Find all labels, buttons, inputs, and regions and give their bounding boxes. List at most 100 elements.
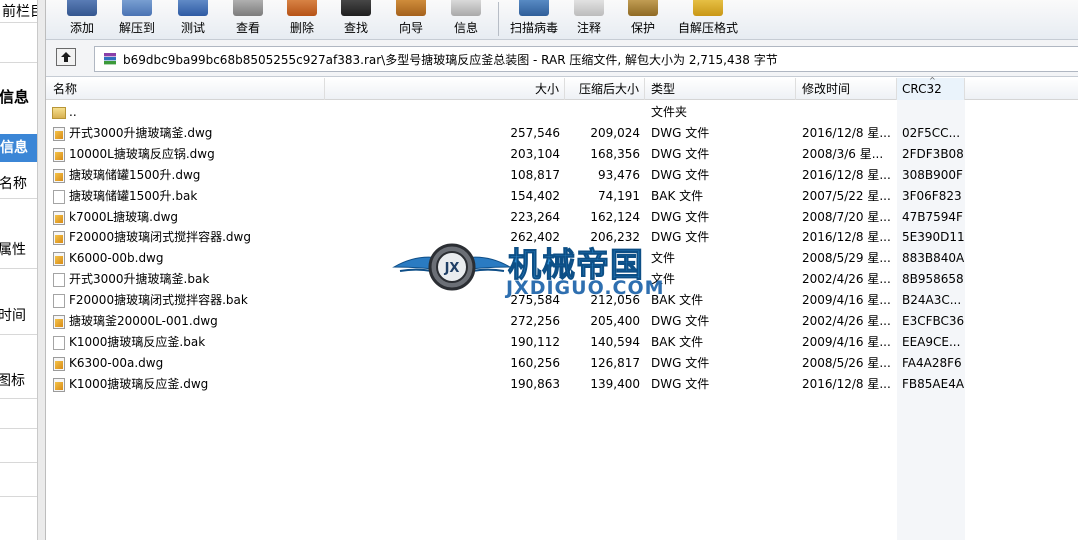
info-button[interactable]: 信息 — [441, 0, 491, 40]
toolbar: 添加 解压到 测试 查看 删除 查找 向导 信息 扫描病毒 注释 保护 自解压格… — [46, 0, 1078, 40]
table-row[interactable]: 开式3000升搪玻璃釜.bak 文件 2002/4/26 星... 8B958658 — [46, 269, 1078, 290]
table-row[interactable]: K1000搪玻璃反应釜.bak 190,112 140,594 BAK 文件 2009/… — [46, 332, 1078, 353]
dwg-file-icon — [53, 147, 65, 162]
sidebar-item-header[interactable]: 前栏目 — [2, 1, 37, 21]
virus-scan-button-label: 扫描病毒 — [509, 21, 558, 35]
table-row[interactable]: K1000搪玻璃反应釜.dwg 190,863 139,400 DWG 文件 2016/… — [46, 374, 1078, 395]
find-button-label: 查找 — [343, 21, 368, 35]
file-type: 文件夹 — [651, 105, 688, 119]
column-header-modified[interactable]: 修改时间 — [796, 78, 897, 100]
file-name: 开式3000升搪玻璃釜.bak — [69, 272, 210, 287]
dwg-file-icon — [53, 210, 65, 225]
table-row[interactable]: F20000搪玻璃闭式搅拌容器.bak 275,584 212,056 BAK 文件 2… — [46, 290, 1078, 311]
dwg-file-icon — [53, 315, 65, 329]
file-packed-size: 93,476 — [598, 167, 640, 182]
column-header-name[interactable]: 名称 — [46, 78, 325, 100]
virus-scan-button[interactable]: 扫描病毒 — [504, 0, 564, 40]
find-icon — [341, 0, 371, 16]
file-type: DWG 文件 — [651, 125, 710, 140]
file-name: 搪玻璃釜20000L-001.dwg — [69, 314, 218, 328]
sidebar-item-attributes[interactable]: 属性 — [0, 239, 26, 259]
column-header-size[interactable]: 大小 — [325, 78, 565, 100]
view-button[interactable]: 查看 — [223, 0, 273, 40]
sort-ascending-icon: ^ — [929, 76, 936, 85]
view-button-label: 查看 — [235, 21, 260, 35]
add-button[interactable]: 添加 — [52, 0, 112, 40]
dwg-file-icon — [53, 168, 65, 183]
sidebar-item-time[interactable]: 时间 — [0, 305, 26, 325]
file-crc32: FA4A28F6 — [902, 355, 962, 370]
divider — [0, 198, 37, 199]
parent-folder-row[interactable]: .. 文件夹 — [46, 102, 1078, 123]
table-row[interactable]: K6000-00b.dwg 文件 2008/5/29 星... 883B840A — [46, 248, 1078, 269]
file-packed-size: 212,056 — [590, 293, 640, 308]
file-modified: 2008/5/29 星... — [802, 251, 891, 266]
protect-button[interactable]: 保护 — [618, 0, 668, 40]
divider — [0, 268, 37, 269]
file-type: 文件 — [651, 251, 676, 266]
dwg-file-icon — [53, 377, 65, 392]
file-type: DWG 文件 — [651, 146, 710, 161]
file-type: DWG 文件 — [651, 314, 710, 328]
add-button-label: 添加 — [69, 21, 94, 35]
file-packed-size: 140,594 — [590, 334, 640, 349]
file-modified: 2007/5/22 星... — [802, 188, 891, 203]
file-modified: 2008/7/20 星... — [802, 209, 891, 224]
dwg-file-icon — [53, 356, 65, 371]
file-packed-size: 162,124 — [590, 209, 640, 224]
file-size: 262,402 — [510, 230, 560, 245]
delete-button[interactable]: 删除 — [277, 0, 327, 40]
sidebar-item-name[interactable]: 名称 — [0, 173, 27, 193]
file-type: DWG 文件 — [651, 167, 710, 182]
table-row[interactable]: 10000L搪玻璃反应锅.dwg 203,104 168,356 DWG 文件 2008… — [46, 144, 1078, 165]
sidebar-item-icon[interactable]: 图标 — [0, 370, 25, 390]
splitter[interactable] — [38, 0, 46, 540]
file-crc32: E3CFBC36 — [902, 314, 965, 328]
find-button[interactable]: 查找 — [331, 0, 381, 40]
bak-file-icon — [53, 189, 65, 204]
divider — [0, 428, 37, 429]
sidebar-item-info-heading[interactable]: 信息 — [0, 86, 29, 107]
toolbar-separator — [498, 2, 499, 36]
sfx-button[interactable]: 自解压格式 — [672, 0, 744, 40]
file-list: 名称 大小 压缩后大小 类型 修改时间 CRC32 ^ .. 文件夹 开式3000升… — [46, 76, 1078, 540]
sidebar-item-info-selected[interactable]: 信息 — [0, 134, 37, 162]
dwg-file-icon — [53, 126, 65, 141]
file-type: DWG 文件 — [651, 355, 710, 370]
up-folder-button[interactable] — [56, 48, 76, 66]
file-packed-size: 206,232 — [590, 230, 640, 245]
file-size: 257,546 — [510, 125, 560, 140]
test-button[interactable]: 测试 — [168, 0, 218, 40]
file-type: DWG 文件 — [651, 209, 710, 224]
column-header-type[interactable]: 类型 — [645, 78, 796, 100]
file-crc32: B24A3C... — [902, 293, 962, 308]
table-row[interactable]: 搪玻璃储罐1500升.dwg 108,817 93,476 DWG 文件 2016/12… — [46, 165, 1078, 186]
wizard-button[interactable]: 向导 — [386, 0, 436, 40]
table-row[interactable]: 搪玻璃储罐1500升.bak 154,402 74,191 BAK 文件 2007/5/… — [46, 186, 1078, 207]
comment-button[interactable]: 注释 — [564, 0, 614, 40]
file-packed-size: 126,817 — [590, 355, 640, 370]
table-row[interactable]: 搪玻璃釜20000L-001.dwg 272,256 205,400 DWG 文件 20… — [46, 311, 1078, 332]
extract-to-button[interactable]: 解压到 — [110, 0, 164, 40]
side-panel: 前栏目 信息 信息 名称 属性 时间 图标 — [0, 0, 38, 540]
file-name: F20000搪玻璃闭式搅拌容器.dwg — [69, 230, 251, 245]
column-header-packed-size[interactable]: 压缩后大小 — [565, 78, 645, 100]
file-name: .. — [69, 105, 77, 119]
table-row[interactable]: k7000L搪玻璃.dwg 223,264 162,124 DWG 文件 2008/7/… — [46, 207, 1078, 228]
file-size: 190,863 — [510, 376, 560, 391]
table-row[interactable]: K6300-00a.dwg 160,256 126,817 DWG 文件 2008/5/… — [46, 353, 1078, 374]
file-crc32: EEA9CE... — [902, 334, 961, 349]
table-row[interactable]: F20000搪玻璃闭式搅拌容器.dwg 262,402 206,232 DWG 文件 2… — [46, 227, 1078, 248]
file-modified: 2008/5/26 星... — [802, 355, 891, 370]
file-size: 203,104 — [510, 146, 560, 161]
path-field[interactable]: b69dbc9ba99bc68b8505255c927af383.rar\多型号… — [94, 46, 1078, 72]
add-icon — [67, 0, 97, 16]
file-crc32: 47B7594F — [902, 209, 963, 224]
file-name: K1000搪玻璃反应釜.bak — [69, 334, 206, 349]
file-size: 223,264 — [510, 209, 560, 224]
protect-button-label: 保护 — [630, 21, 655, 35]
rar-archive-icon — [103, 52, 117, 66]
file-modified: 2002/4/26 星... — [802, 314, 891, 328]
table-row[interactable]: 开式3000升搪玻璃釜.dwg 257,546 209,024 DWG 文件 2016/… — [46, 123, 1078, 144]
file-name: K6000-00b.dwg — [69, 251, 164, 266]
